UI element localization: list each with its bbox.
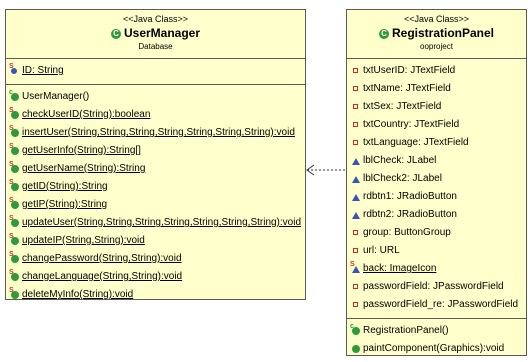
dependency-arrow bbox=[306, 164, 346, 176]
method-label: changeLanguage(String,String):void bbox=[22, 271, 183, 282]
class-header: <<Java Class>> C RegistrationPanel ooproj… bbox=[347, 10, 526, 59]
method-label: updateUser(String,String,String,String,S… bbox=[22, 217, 302, 228]
method-row[interactable]: paintComponent(Graphics):void bbox=[347, 340, 526, 358]
constructor-icon: c bbox=[350, 322, 362, 340]
private-field-icon bbox=[352, 80, 362, 98]
field-row[interactable]: txtSex: JTextField bbox=[347, 98, 526, 116]
method-row[interactable]: c UserManager() bbox=[6, 88, 305, 106]
method-row[interactable]: SdeleteMyInfo(String):void bbox=[6, 286, 305, 304]
private-field-icon bbox=[352, 62, 362, 80]
class-name-text: RegistrationPanel bbox=[391, 26, 495, 40]
method-row[interactable]: ScheckUserID(String):boolean bbox=[6, 106, 305, 124]
field-row[interactable]: txtLanguage: JTextField bbox=[347, 134, 526, 152]
private-field-icon bbox=[352, 296, 362, 314]
field-row[interactable]: txtCountry: JTextField bbox=[347, 116, 526, 134]
method-row[interactable]: SgetID(String):String bbox=[6, 178, 305, 196]
method-row[interactable]: SchangePassword(String,String):void bbox=[6, 250, 305, 268]
field-row[interactable]: rdbtn2: JRadioButton bbox=[347, 206, 526, 224]
method-label: getIP(String):String bbox=[22, 199, 108, 210]
method-label: checkUserID(String):boolean bbox=[22, 109, 151, 120]
method-row[interactable]: SupdateUser(String,String,String,String,… bbox=[6, 214, 305, 232]
field-label: back: ImageIcon bbox=[363, 263, 437, 274]
method-row[interactable]: SinsertUser(String,String,String,String,… bbox=[6, 124, 305, 142]
field-row[interactable]: S ID: String bbox=[6, 62, 305, 80]
class-registration-panel[interactable]: <<Java Class>> C RegistrationPanel ooproj… bbox=[346, 9, 527, 356]
package-field-icon bbox=[352, 188, 362, 206]
method-label: paintComponent(Graphics):void bbox=[363, 343, 505, 354]
class-icon: C bbox=[110, 29, 121, 39]
field-row[interactable]: lblCheck2: JLabel bbox=[347, 170, 526, 188]
field-row[interactable]: url: URL bbox=[347, 242, 526, 260]
field-row[interactable]: group: ButtonGroup bbox=[347, 224, 526, 242]
method-label: changePassword(String,String):void bbox=[22, 253, 182, 264]
method-label: insertUser(String,String,String,String,S… bbox=[22, 127, 295, 138]
method-label: updateIP(String,String):void bbox=[22, 235, 145, 246]
field-label: txtName: JTextField bbox=[363, 83, 451, 94]
field-label: rdbtn2: JRadioButton bbox=[363, 209, 457, 220]
fields-section: S ID: String bbox=[6, 59, 305, 85]
field-row[interactable]: passwordField_re: JPasswordField bbox=[347, 296, 526, 314]
public-method-icon bbox=[352, 340, 362, 358]
private-field-icon bbox=[352, 134, 362, 152]
class-name-text: UserManager bbox=[123, 26, 201, 40]
method-label: getID(String):String bbox=[22, 181, 108, 192]
method-row[interactable]: SgetUserName(String):String bbox=[6, 160, 305, 178]
field-label: txtSex: JTextField bbox=[363, 101, 442, 112]
class-user-manager[interactable]: <<Java Class>> C UserManager Database S ID… bbox=[5, 9, 306, 300]
field-row[interactable]: passwordField: JPasswordField bbox=[347, 278, 526, 296]
method-row[interactable]: c RegistrationPanel() bbox=[347, 322, 526, 340]
field-label: lblCheck2: JLabel bbox=[363, 173, 442, 184]
method-label: deleteMyInfo(String):void bbox=[22, 289, 134, 300]
field-row[interactable]: txtUserID: JTextField bbox=[347, 62, 526, 80]
field-label: url: URL bbox=[363, 245, 400, 256]
package-field-icon bbox=[352, 152, 362, 170]
field-label: ID: String bbox=[22, 65, 64, 76]
method-row[interactable]: SgetIP(String):String bbox=[6, 196, 305, 214]
field-label: passwordField_re: JPasswordField bbox=[363, 299, 519, 310]
method-label: UserManager() bbox=[22, 91, 90, 102]
field-label: txtCountry: JTextField bbox=[363, 119, 460, 130]
field-label: passwordField: JPasswordField bbox=[363, 281, 504, 292]
method-row[interactable]: SchangeLanguage(String,String):void bbox=[6, 268, 305, 286]
class-name: C UserManager bbox=[6, 25, 305, 41]
method-label: getUserName(String):String bbox=[22, 163, 146, 174]
field-label: lblCheck: JLabel bbox=[363, 155, 437, 166]
class-header: <<Java Class>> C UserManager Database bbox=[6, 10, 305, 59]
package-field-icon bbox=[352, 170, 362, 188]
static-package-field-icon: S bbox=[350, 260, 362, 278]
static-field-icon: S bbox=[9, 62, 21, 80]
class-name: C RegistrationPanel bbox=[347, 25, 526, 41]
package-label: ooproject bbox=[420, 42, 453, 51]
field-label: group: ButtonGroup bbox=[363, 227, 451, 238]
fields-section: txtUserID: JTextField txtName: JTextField… bbox=[347, 59, 526, 319]
field-row[interactable]: lblCheck: JLabel bbox=[347, 152, 526, 170]
methods-section: c UserManager() ScheckUserID(String):boole… bbox=[6, 85, 305, 308]
static-method-icon: S bbox=[9, 286, 21, 304]
method-row[interactable]: SgetUserInfo(String):String[] bbox=[6, 142, 305, 160]
field-label: txtUserID: JTextField bbox=[363, 65, 456, 76]
package-field-icon bbox=[352, 206, 362, 224]
field-row[interactable]: Sback: ImageIcon bbox=[347, 260, 526, 278]
stereotype-label: <<Java Class>> bbox=[403, 14, 470, 24]
field-row[interactable]: txtName: JTextField bbox=[347, 80, 526, 98]
method-label: RegistrationPanel() bbox=[363, 325, 449, 336]
field-label: txtLanguage: JTextField bbox=[363, 137, 469, 148]
field-row[interactable]: rdbtn1: JRadioButton bbox=[347, 188, 526, 206]
method-row[interactable]: SupdateIP(String,String):void bbox=[6, 232, 305, 250]
package-label: Database bbox=[138, 42, 173, 51]
method-label: getUserInfo(String):String[] bbox=[22, 145, 141, 156]
private-field-icon bbox=[352, 278, 362, 296]
private-field-icon bbox=[352, 98, 362, 116]
field-label: rdbtn1: JRadioButton bbox=[363, 191, 457, 202]
class-icon: C bbox=[378, 29, 389, 39]
private-field-icon bbox=[352, 224, 362, 242]
private-field-icon bbox=[352, 116, 362, 134]
stereotype-label: <<Java Class>> bbox=[122, 14, 189, 24]
